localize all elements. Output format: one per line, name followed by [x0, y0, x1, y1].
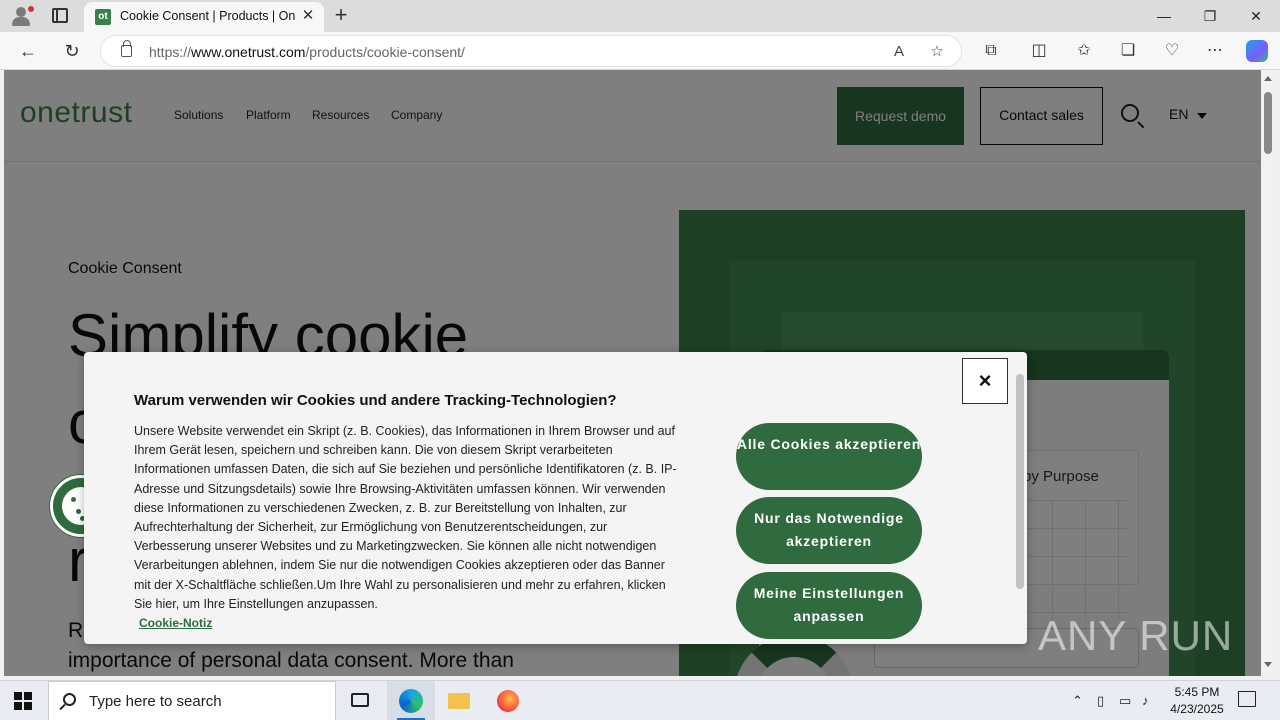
scroll-up-arrow-icon[interactable] [1264, 76, 1272, 81]
system-clock[interactable]: 5:45 PM 4/23/2025 [1160, 684, 1234, 718]
minimize-button[interactable]: — [1141, 0, 1187, 32]
show-hidden-icons-chevron-icon[interactable]: ⌃ [1072, 693, 1083, 709]
tab-actions-icon[interactable] [52, 8, 68, 23]
maximize-button[interactable]: ❐ [1187, 0, 1233, 32]
tab-title: Cookie Consent | Products | OneTrust [120, 9, 296, 23]
edge-taskbar-icon[interactable] [387, 681, 435, 720]
lock-icon[interactable] [121, 40, 132, 57]
taskbar-search-box[interactable]: Type here to search [48, 681, 336, 720]
browser-tab-strip: ot Cookie Consent | Products | OneTrust … [0, 0, 1280, 32]
cookie-consent-dialog: × Warum verwenden wir Cookies und andere… [84, 352, 1027, 644]
clock-time: 5:45 PM [1174, 685, 1220, 699]
onetrust-favicon-icon: ot [95, 9, 111, 25]
search-icon [63, 693, 76, 706]
extensions-icon[interactable]: ⧉ [980, 40, 1002, 62]
task-view-icon[interactable] [336, 681, 384, 720]
scrollbar-thumb[interactable] [1264, 92, 1272, 154]
copilot-icon[interactable] [1246, 40, 1268, 62]
firefox-icon[interactable] [484, 681, 532, 720]
new-tab-button[interactable]: + [330, 4, 352, 26]
network-icon[interactable]: ▭ [1119, 693, 1131, 709]
browser-tab-active[interactable]: ot Cookie Consent | Products | OneTrust … [84, 2, 324, 32]
more-options-icon[interactable]: ⋯ [1204, 40, 1226, 62]
device-icon[interactable]: ▯ [1097, 693, 1104, 709]
address-bar[interactable]: https://www.onetrust.com/products/cookie… [100, 35, 962, 67]
url-text[interactable]: https://www.onetrust.com/products/cookie… [149, 44, 465, 60]
windows-start-icon[interactable] [14, 692, 32, 710]
page-scrollbar[interactable] [1261, 70, 1276, 676]
clock-date: 4/23/2025 [1170, 702, 1224, 716]
favorite-star-icon[interactable]: ☆ [927, 42, 947, 62]
file-explorer-icon[interactable] [435, 681, 483, 720]
anyrun-watermark: ANY RUN [1038, 612, 1234, 659]
dialog-title: Warum verwenden wir Cookies und andere T… [134, 392, 617, 409]
volume-icon[interactable]: ♪ [1142, 693, 1149, 708]
taskbar-search-placeholder: Type here to search [89, 693, 222, 710]
back-arrow-icon[interactable]: ← [16, 39, 40, 63]
tab-close-icon[interactable]: ✕ [300, 8, 316, 24]
dialog-scrollbar[interactable] [1016, 374, 1024, 589]
read-aloud-icon[interactable]: A [889, 42, 909, 62]
profile-icon[interactable] [10, 5, 34, 27]
favorites-icon[interactable]: ✩ [1073, 40, 1095, 62]
close-dialog-button[interactable]: × [962, 358, 1008, 404]
accept-necessary-only-button[interactable]: Nur das Notwendige akzeptieren [736, 497, 922, 564]
refresh-icon[interactable]: ↻ [60, 39, 84, 63]
windows-taskbar: Type here to search ⌃ ▯ ▭ ♪ 5:45 PM 4/23… [0, 680, 1280, 720]
scroll-down-arrow-icon[interactable] [1264, 662, 1272, 667]
accept-all-cookies-button[interactable]: Alle Cookies akzeptieren [736, 423, 922, 490]
split-screen-icon[interactable]: ◫ [1028, 40, 1050, 62]
browser-toolbar: ← ↻ https://www.onetrust.com/products/co… [0, 32, 1280, 70]
browser-essentials-icon[interactable]: ♡ [1161, 40, 1183, 62]
notification-center-icon[interactable] [1238, 691, 1256, 707]
dialog-body-text: Unsere Website verwendet ein Skript (z. … [134, 424, 677, 611]
close-window-button[interactable]: ✕ [1233, 0, 1279, 32]
cookie-notice-link[interactable]: Cookie-Notiz [139, 616, 212, 630]
collections-icon[interactable]: ❏ [1117, 40, 1139, 62]
customize-settings-button[interactable]: Meine Einstellungen anpassen [736, 572, 922, 639]
